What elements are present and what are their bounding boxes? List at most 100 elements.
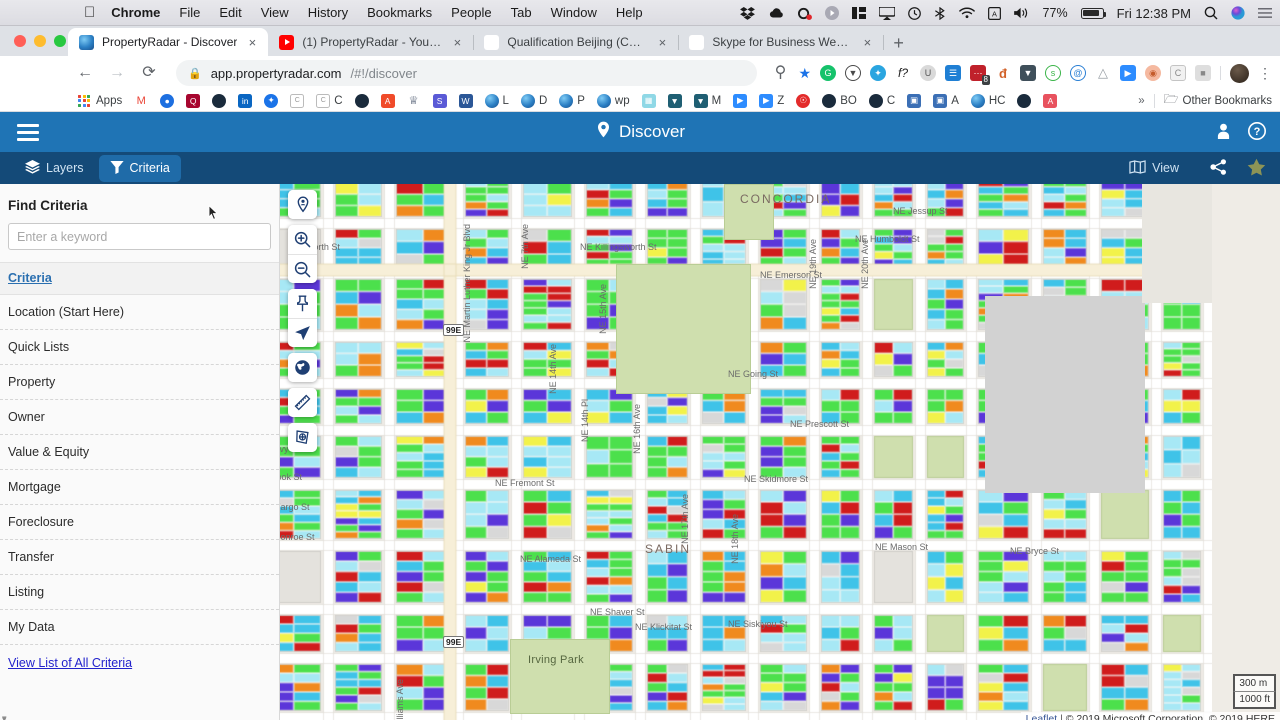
- key-icon[interactable]: ⚲: [771, 65, 789, 81]
- bookmark-bo[interactable]: BO: [822, 93, 857, 108]
- bookmark-q[interactable]: Q: [186, 93, 201, 108]
- block-icon[interactable]: ■: [1195, 65, 1211, 81]
- evernote-icon[interactable]: ☰: [945, 65, 961, 81]
- bookmark-word[interactable]: W: [458, 93, 473, 108]
- criteria-section-header[interactable]: Criteria: [0, 262, 279, 295]
- tab-skype-business[interactable]: S Skype for Business Web App ×: [678, 28, 885, 56]
- view-button[interactable]: View: [1118, 155, 1190, 182]
- sidebar-item-my-data[interactable]: My Data: [0, 610, 279, 645]
- account-icon[interactable]: [1216, 123, 1231, 142]
- bookmark-book-1[interactable]: ▣: [907, 93, 922, 108]
- hunter-icon[interactable]: ✦: [870, 65, 886, 81]
- bookmark-linkedin[interactable]: in: [238, 93, 253, 108]
- hubspot-icon[interactable]: ◉: [1145, 65, 1161, 81]
- funnel-icon[interactable]: ▼: [1020, 65, 1036, 81]
- close-tab-icon[interactable]: ×: [860, 36, 874, 49]
- leaflet-link[interactable]: Leaflet: [1026, 713, 1058, 720]
- minimize-window-button[interactable]: [34, 35, 46, 47]
- sidebar-item-transfer[interactable]: Transfer: [0, 540, 279, 575]
- property-map[interactable]: CONCORDIA SABIN Irving Park NE Killingsw…: [280, 184, 1280, 720]
- bookmark-p[interactable]: P: [559, 93, 585, 108]
- apple-menu-icon[interactable]: : [84, 5, 95, 20]
- bookmark-d[interactable]: D: [520, 93, 547, 108]
- menu-edit[interactable]: Edit: [219, 5, 241, 20]
- share-icon[interactable]: [1210, 158, 1227, 178]
- bookmark-a[interactable]: A: [1043, 93, 1058, 108]
- bookmark-skype-business[interactable]: S: [432, 93, 447, 108]
- drive-icon[interactable]: △: [1095, 65, 1111, 81]
- cloud-icon[interactable]: [768, 7, 784, 19]
- bookmark-zoom-1[interactable]: ▶: [733, 93, 748, 108]
- menu-bookmarks[interactable]: Bookmarks: [367, 5, 432, 20]
- skype-icon[interactable]: s: [1045, 65, 1061, 81]
- bookmark-other-bookmarks[interactable]: 🗁 Other Bookmarks: [1164, 90, 1272, 111]
- forward-button[interactable]: →: [108, 65, 126, 81]
- maximize-window-button[interactable]: [54, 35, 66, 47]
- close-tab-icon[interactable]: ×: [450, 36, 464, 49]
- zoom-out-icon[interactable]: [288, 254, 317, 283]
- volume-icon[interactable]: [1013, 7, 1030, 19]
- measure-control[interactable]: [288, 388, 317, 417]
- bookmark-opera[interactable]: ☉: [796, 93, 811, 108]
- spotlight-search-icon[interactable]: [1204, 6, 1218, 20]
- shield-icon[interactable]: [797, 7, 812, 20]
- bookmark-funnel-m[interactable]: ▼ M: [693, 93, 721, 108]
- wifi-icon[interactable]: [958, 7, 975, 19]
- close-window-button[interactable]: [14, 35, 26, 47]
- input-source-icon[interactable]: A: [987, 6, 1001, 20]
- bookmark-gmail[interactable]: M: [134, 93, 149, 108]
- clipboard-icon[interactable]: C: [1170, 65, 1186, 81]
- menu-window[interactable]: Window: [551, 5, 597, 20]
- address-bar[interactable]: 🔒 app.propertyradar.com /#!/discover: [176, 60, 758, 86]
- bookmark-calendar-1[interactable]: C: [290, 93, 305, 108]
- sidebar-item-quick-lists[interactable]: Quick Lists: [0, 330, 279, 365]
- bookmark-grid[interactable]: ▦: [641, 93, 656, 108]
- bookmark-book-a[interactable]: ▣ A: [933, 93, 959, 108]
- bookmark-acrobat[interactable]: A: [380, 93, 395, 108]
- view-all-criteria-link[interactable]: View List of All Criteria: [0, 645, 279, 681]
- sidebar-item-owner[interactable]: Owner: [0, 400, 279, 435]
- keyword-search-input[interactable]: [8, 223, 271, 250]
- close-tab-icon[interactable]: ×: [245, 36, 259, 49]
- globe-icon[interactable]: [288, 353, 317, 382]
- bookmark-calendar-2[interactable]: CC: [316, 93, 343, 108]
- chrome-menu-icon[interactable]: ⋮: [1258, 65, 1272, 82]
- notification-center-icon[interactable]: [1258, 7, 1272, 19]
- airplay-icon[interactable]: [878, 6, 895, 20]
- menu-help[interactable]: Help: [616, 5, 643, 20]
- hamburger-menu-icon[interactable]: [17, 123, 39, 141]
- macos-clock[interactable]: Fri 12:38 PM: [1117, 6, 1191, 21]
- reload-button[interactable]: ⟳: [140, 65, 158, 81]
- dropbox-icon[interactable]: [739, 6, 755, 20]
- bookmark-c[interactable]: C: [868, 93, 895, 108]
- bookmark-l[interactable]: L: [484, 93, 509, 108]
- menu-chrome[interactable]: Chrome: [111, 5, 160, 20]
- bookmark-star-icon[interactable]: ★: [798, 65, 811, 82]
- autopilot-icon[interactable]: @: [1070, 65, 1086, 81]
- tab-qualification-beijing[interactable]: △ Qualification Beijing (CHN) ×: [473, 28, 680, 56]
- zoom-in-icon[interactable]: [288, 225, 317, 254]
- menu-view[interactable]: View: [261, 5, 289, 20]
- polygon-draw-icon[interactable]: [288, 423, 317, 452]
- bluetooth-icon[interactable]: [934, 6, 946, 20]
- sidebar-item-listing[interactable]: Listing: [0, 575, 279, 610]
- dashlane-icon[interactable]: đ: [995, 65, 1011, 81]
- bookmark-compass[interactable]: ✦: [264, 93, 279, 108]
- untappd-icon[interactable]: U: [920, 65, 936, 81]
- search-location-control[interactable]: [288, 190, 317, 219]
- menu-history[interactable]: History: [308, 5, 348, 20]
- bookmarks-overflow-button[interactable]: »: [1138, 95, 1144, 107]
- zoom-icon[interactable]: ▶: [1120, 65, 1136, 81]
- window-layout-icon[interactable]: [851, 7, 866, 19]
- star-icon[interactable]: [1247, 158, 1266, 179]
- sidebar-item-location[interactable]: Location (Start Here): [0, 295, 279, 330]
- bookmark-funnel-1[interactable]: ▼: [667, 93, 682, 108]
- time-machine-icon[interactable]: [907, 6, 921, 20]
- bookmark-zoom-z[interactable]: ▶ Z: [759, 93, 784, 108]
- redpin-icon[interactable]: ⋯ 8: [970, 65, 990, 85]
- criteria-button[interactable]: Criteria: [98, 154, 181, 182]
- fontface-icon[interactable]: f?: [895, 65, 911, 81]
- bookmark-hc[interactable]: HC: [970, 93, 1005, 108]
- new-tab-button[interactable]: +: [893, 34, 904, 52]
- bookmark-globe-1[interactable]: [212, 93, 227, 108]
